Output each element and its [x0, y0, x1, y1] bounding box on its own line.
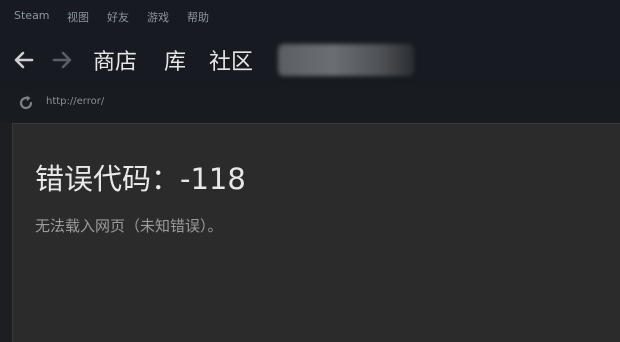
menu-item-steam[interactable]: Steam [14, 9, 50, 22]
tab-community[interactable]: 社区 [209, 44, 253, 76]
menu-item-games[interactable]: 游戏 [147, 9, 169, 25]
reload-icon[interactable] [16, 93, 36, 113]
tab-store[interactable]: 商店 [93, 44, 137, 76]
menu-item-friends[interactable]: 好友 [107, 9, 129, 25]
error-page: 错误代码：-118 无法载入网页（未知错误）。 [12, 123, 620, 342]
menu-item-view[interactable]: 视图 [67, 9, 89, 25]
menu-bar: Steam 视图 好友 游戏 帮助 [0, 0, 620, 34]
nav-bar: 商店 库 社区 [0, 34, 620, 86]
forward-arrow-icon[interactable] [50, 48, 74, 72]
tab-library[interactable]: 库 [164, 44, 186, 76]
back-arrow-icon[interactable] [12, 48, 36, 72]
menu-item-help[interactable]: 帮助 [187, 9, 209, 25]
error-title: 错误代码：-118 [35, 162, 246, 196]
url-text: http://error/ [46, 96, 105, 107]
error-description: 无法载入网页（未知错误）。 [35, 217, 223, 235]
username-tab-blurred[interactable] [278, 44, 414, 76]
url-bar: http://error/ [0, 86, 620, 122]
